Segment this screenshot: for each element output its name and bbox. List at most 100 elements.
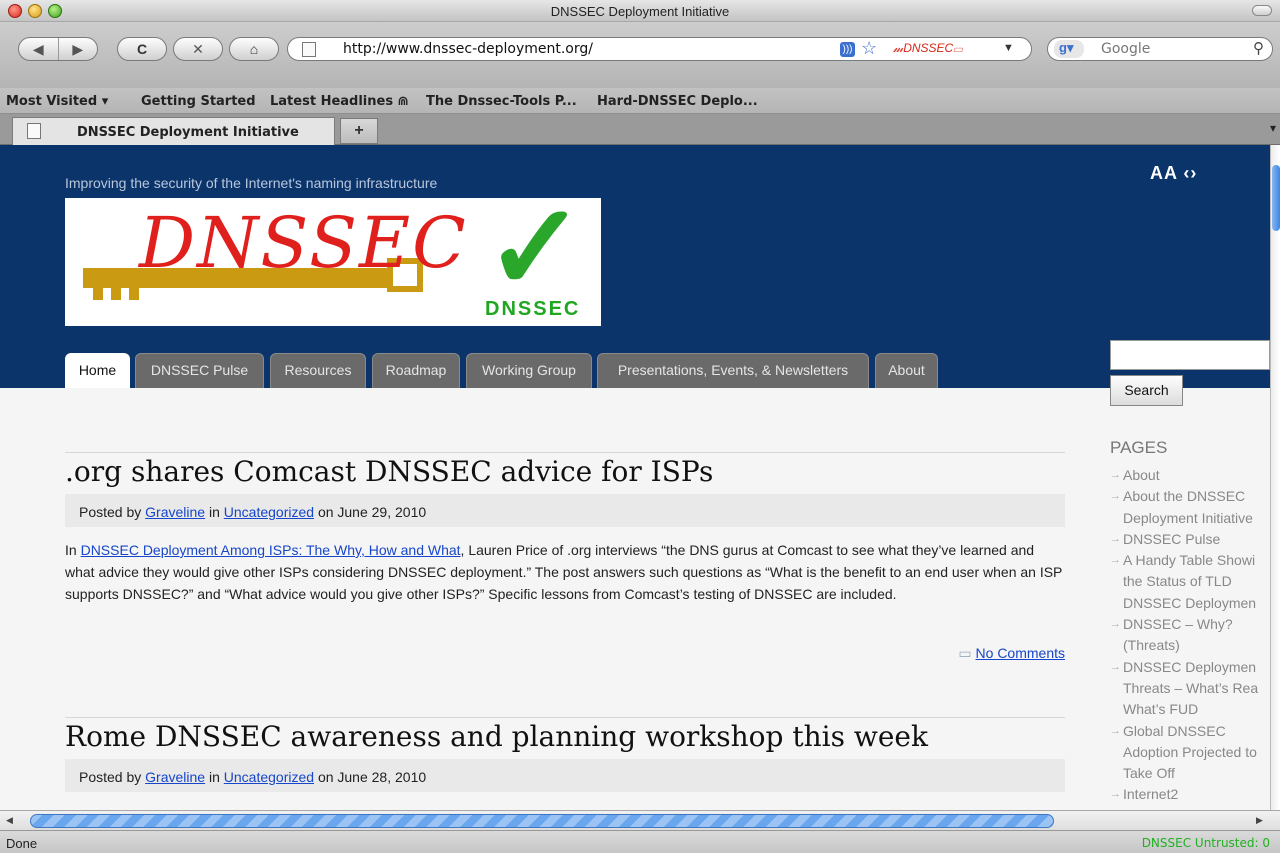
bookmark-getting-started[interactable]: Getting Started	[141, 94, 256, 109]
site-search-button[interactable]: Search	[1110, 375, 1183, 406]
pages-item-label[interactable]: DNSSEC Pulse	[1123, 531, 1220, 547]
new-tab-button[interactable]: +	[340, 118, 378, 144]
nav-dnssec-pulse[interactable]: DNSSEC Pulse	[135, 353, 264, 388]
back-button[interactable]: ◀	[19, 41, 58, 58]
comments-label[interactable]: No Comments	[976, 645, 1065, 661]
tab-bar: DNSSEC Deployment Initiative + ▾	[0, 114, 1280, 145]
nav-about[interactable]: About	[875, 353, 938, 388]
pages-item-label[interactable]: A Handy Table Showi the Status of TLD DN…	[1123, 552, 1256, 611]
dnssec-extension-icon[interactable]: 𝓂DNSSEC▭	[893, 41, 962, 56]
url-text[interactable]: http://www.dnssec-deployment.org/	[343, 41, 593, 57]
arrow-icon: →	[1110, 618, 1121, 631]
logo-key-tooth	[129, 284, 139, 300]
pages-item[interactable]: → Internet2	[1110, 784, 1270, 805]
pages-item[interactable]: → About	[1110, 465, 1270, 486]
tab-list-icon[interactable]: ▾	[1270, 121, 1276, 135]
pages-heading: PAGES	[1110, 438, 1168, 457]
pages-item[interactable]: → About the DNSSEC Deployment Initiative	[1110, 486, 1270, 529]
tab-label: DNSSEC Deployment Initiative	[77, 125, 299, 140]
category-link[interactable]: Uncategorized	[224, 769, 314, 785]
bookmark-hard-dnssec[interactable]: Hard-DNSSEC Deplo...	[597, 94, 758, 109]
nav-resources[interactable]: Resources	[270, 353, 366, 388]
url-history-dropdown-icon[interactable]: ▼	[1003, 42, 1014, 54]
window-title: DNSSEC Deployment Initiative	[550, 4, 730, 19]
search-engine-icon[interactable]: g▾	[1054, 40, 1084, 58]
horizontal-scroll-thumb[interactable]	[30, 814, 1054, 828]
divider	[65, 452, 1065, 453]
back-forward-buttons: ◀ ▶	[18, 37, 98, 61]
dnssec-status[interactable]: DNSSEC Untrusted: 0	[1142, 836, 1270, 850]
tab-dnssec-deployment[interactable]: DNSSEC Deployment Initiative	[12, 117, 335, 145]
nav-roadmap[interactable]: Roadmap	[372, 353, 460, 388]
site-tagline: Improving the security of the Internet's…	[65, 175, 438, 191]
arrow-icon: →	[1110, 660, 1121, 673]
pages-item[interactable]: → DNSSEC Deploymen Threats – What’s Rea W…	[1110, 657, 1270, 721]
home-button[interactable]: ⌂	[229, 37, 279, 61]
nav-presentations[interactable]: Presentations, Events, & Newsletters	[597, 353, 869, 388]
pages-item[interactable]: → DNSSEC Pulse	[1110, 529, 1270, 550]
site-logo[interactable]: DNSSEC ✓ DNSSEC	[65, 198, 601, 326]
title-bar: DNSSEC Deployment Initiative	[0, 0, 1280, 22]
check-icon: ✓	[485, 198, 586, 315]
bookmark-latest-headlines[interactable]: Latest Headlines ⋒	[270, 94, 408, 109]
author-link[interactable]: Graveline	[145, 769, 205, 785]
forward-button[interactable]: ▶	[59, 41, 98, 58]
home-icon: ⌂	[249, 41, 259, 57]
post-title[interactable]: Rome DNSSEC awareness and planning works…	[65, 720, 928, 753]
search-input[interactable]: Google	[1101, 41, 1150, 57]
pages-item[interactable]: → DNSSEC – Why? (Threats)	[1110, 614, 1270, 657]
status-text: Done	[6, 836, 38, 851]
article-link[interactable]: DNSSEC Deployment Among ISPs: The Why, H…	[81, 542, 461, 558]
status-bar: Done DNSSEC Untrusted: 0	[0, 830, 1280, 853]
post-title[interactable]: .org shares Comcast DNSSEC advice for IS…	[65, 455, 713, 488]
meta-in: in	[208, 504, 220, 520]
post-meta: Posted by Graveline in Uncategorized on …	[65, 494, 1065, 527]
bookmark-star-icon[interactable]: ☆	[861, 38, 877, 59]
search-box[interactable]: g▾ Google ⚲	[1047, 37, 1273, 61]
vertical-scrollbar[interactable]	[1270, 145, 1280, 810]
text-size-icon[interactable]: AA ‹›	[1150, 163, 1197, 184]
pages-item-label[interactable]: Global DNSSEC Adoption Projected to Take…	[1123, 723, 1257, 782]
arrow-icon: →	[1110, 532, 1121, 545]
nav-working-group[interactable]: Working Group	[466, 353, 592, 388]
address-bar[interactable]: http://www.dnssec-deployment.org/ ))) ☆ …	[287, 37, 1032, 61]
pages-item-label[interactable]: DNSSEC – Why? (Threats)	[1123, 616, 1233, 653]
rss-icon[interactable]: )))	[840, 42, 855, 57]
post-body: In DNSSEC Deployment Among ISPs: The Why…	[65, 539, 1065, 605]
logo-badge-label: DNSSEC	[485, 298, 581, 320]
post-date: on June 28, 2010	[317, 769, 427, 785]
arrow-icon: →	[1110, 724, 1121, 737]
pages-item[interactable]: → Global DNSSEC Adoption Projected to Tak…	[1110, 721, 1270, 785]
pages-list: → About → About the DNSSEC Deployment Init…	[1110, 465, 1270, 806]
search-icon[interactable]: ⚲	[1253, 39, 1264, 57]
stop-button[interactable]: ✕	[173, 37, 223, 61]
pages-item-label[interactable]: About	[1123, 467, 1160, 483]
nav-home[interactable]: Home	[65, 353, 130, 388]
scroll-right-arrow-icon[interactable]: ▶	[1256, 815, 1263, 826]
category-link[interactable]: Uncategorized	[224, 504, 314, 520]
bookmark-most-visited[interactable]: Most Visited ▾	[6, 94, 108, 109]
pages-item[interactable]: → A Handy Table Showi the Status of TLD D…	[1110, 550, 1270, 614]
author-link[interactable]: Graveline	[145, 504, 205, 520]
logo-key-tooth	[93, 284, 103, 300]
site-search-input[interactable]	[1110, 340, 1270, 370]
page-icon	[27, 123, 41, 139]
scroll-left-arrow-icon[interactable]: ◀	[6, 815, 13, 826]
arrow-icon: →	[1110, 788, 1121, 801]
bookmark-dnssec-tools[interactable]: The Dnssec-Tools P...	[426, 94, 577, 109]
post-date: on June 29, 2010	[317, 504, 427, 520]
vertical-scroll-thumb[interactable]	[1272, 165, 1280, 231]
horizontal-scrollbar[interactable]: ◀ ▶	[0, 810, 1280, 830]
pages-item-label[interactable]: Internet2	[1123, 786, 1178, 802]
meta-posted-by: Posted by	[79, 769, 142, 785]
toolbar-toggle-button[interactable]	[1252, 5, 1272, 16]
pages-item-label[interactable]: DNSSEC Deploymen Threats – What’s Rea Wh…	[1123, 659, 1258, 718]
meta-posted-by: Posted by	[79, 504, 142, 520]
reload-button[interactable]: C	[117, 37, 167, 61]
page-content: Improving the security of the Internet's…	[0, 145, 1270, 810]
pages-item-label[interactable]: About the DNSSEC Deployment Initiative	[1123, 488, 1253, 525]
arrow-icon: →	[1110, 490, 1121, 503]
comments-link[interactable]: ▭ No Comments	[958, 645, 1065, 662]
logo-wordmark: DNSSEC	[139, 202, 468, 284]
divider	[65, 717, 1065, 718]
